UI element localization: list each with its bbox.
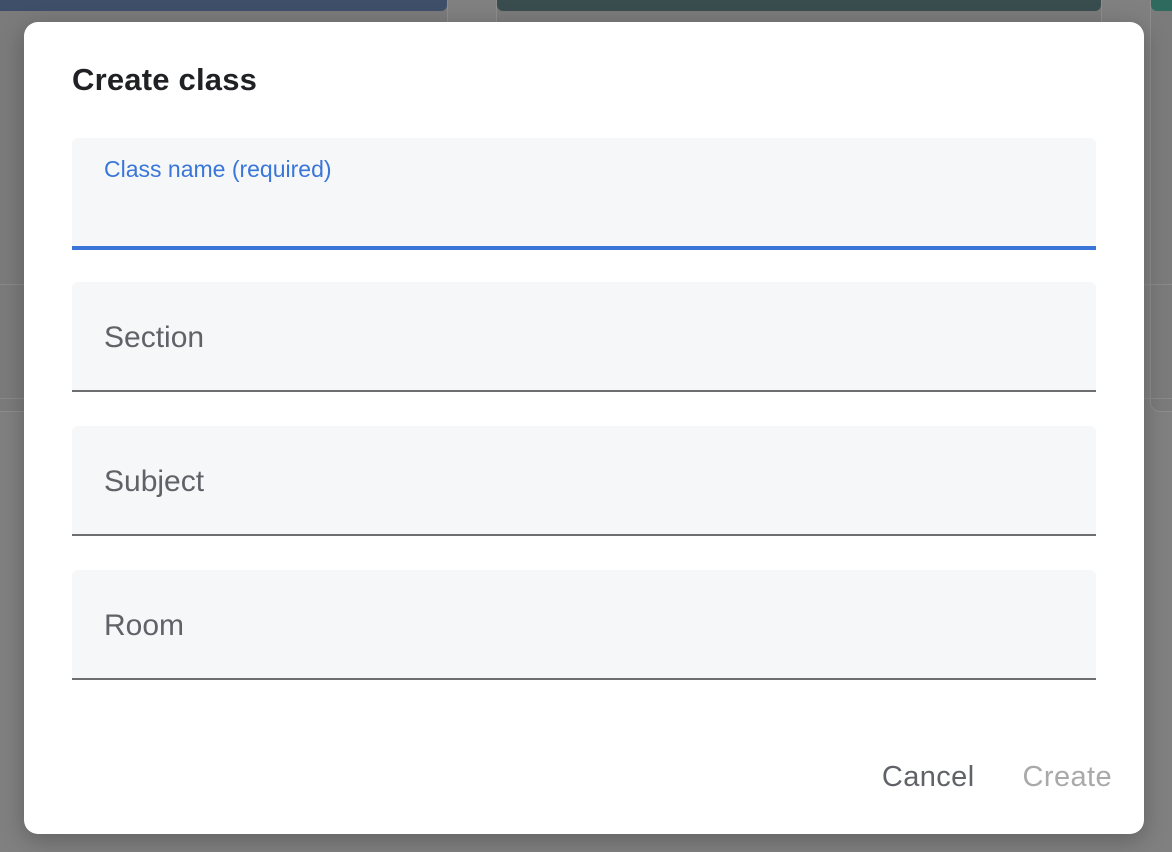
dialog-actions: Cancel Create — [858, 753, 1112, 802]
create-button[interactable]: Create — [999, 753, 1112, 802]
class-name-label: Class name (required) — [104, 156, 332, 182]
create-class-dialog: Create class Class name (required) Secti… — [24, 22, 1144, 834]
class-name-field[interactable]: Class name (required) — [72, 138, 1096, 250]
subject-label: Subject — [104, 465, 205, 498]
background-class-card — [1150, 0, 1172, 412]
room-label: Room — [104, 609, 185, 642]
dialog-title: Create class — [72, 62, 258, 97]
room-field[interactable]: Room — [72, 570, 1096, 680]
subject-field[interactable]: Subject — [72, 426, 1096, 536]
cancel-button[interactable]: Cancel — [858, 753, 975, 802]
background-class-banner — [1151, 0, 1172, 11]
background-class-banner — [497, 0, 1101, 11]
class-name-input[interactable] — [104, 190, 1064, 230]
section-field[interactable]: Section — [72, 282, 1096, 392]
section-label: Section — [104, 321, 205, 354]
background-class-banner — [0, 0, 447, 11]
